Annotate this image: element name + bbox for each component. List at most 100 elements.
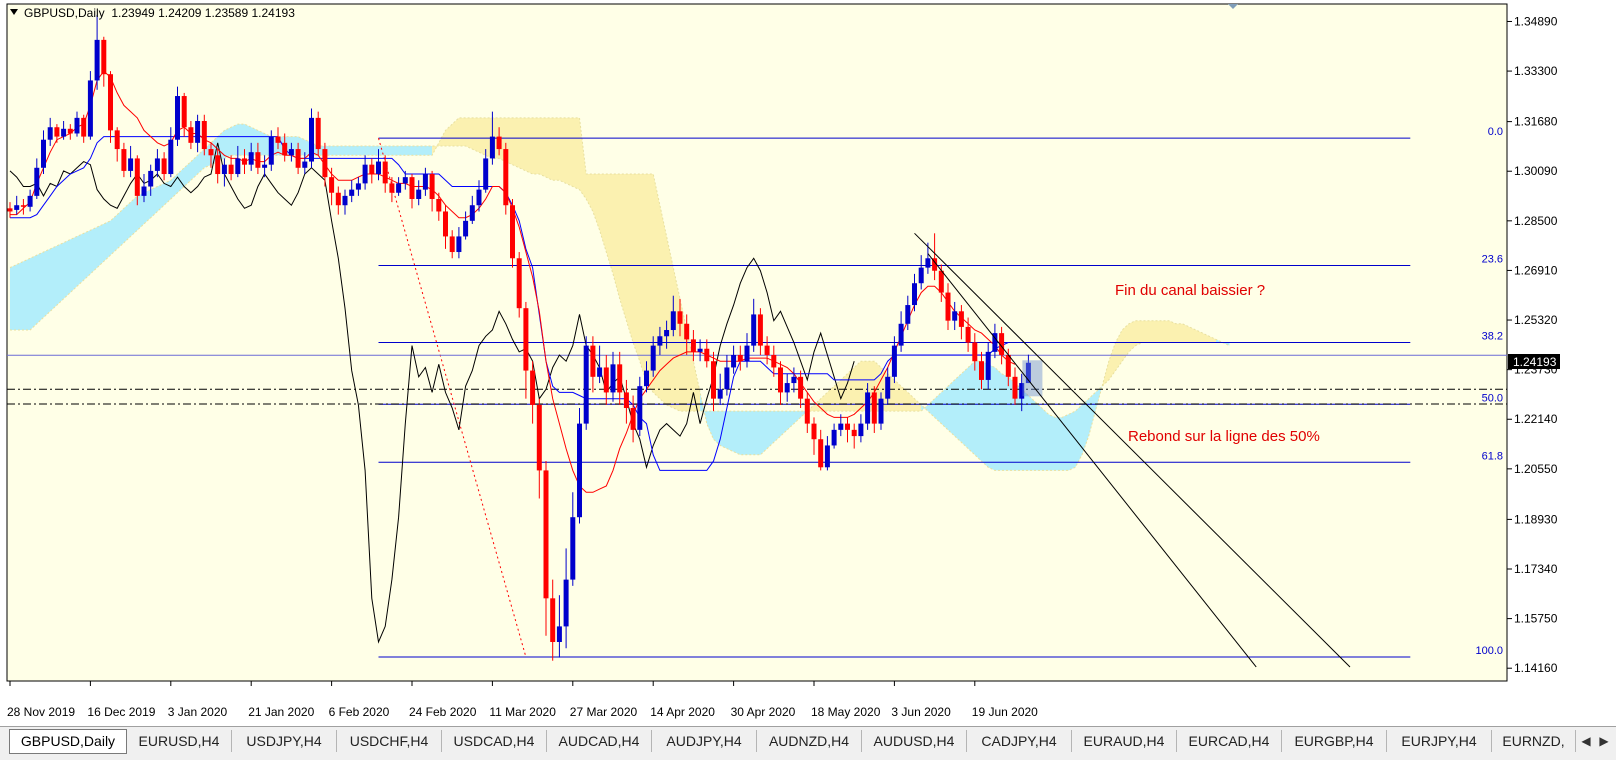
tab-scroll-right-icon[interactable]: ▶ <box>1596 732 1612 750</box>
tab-gbpusd-daily[interactable]: GBPUSD,Daily <box>9 729 127 754</box>
tab-audnzd-h4[interactable]: AUDNZD,H4 <box>757 730 862 752</box>
time-tick-label: 18 May 2020 <box>811 705 881 719</box>
candle-body <box>516 258 522 309</box>
candle-body <box>215 155 221 175</box>
candle-body <box>67 128 73 134</box>
candle-body <box>329 177 335 193</box>
candle-body <box>690 339 696 352</box>
time-tick-label: 30 Apr 2020 <box>731 705 796 719</box>
candle-body <box>664 330 670 337</box>
candle-body <box>422 174 428 190</box>
candle-body <box>94 39 100 81</box>
tab-audusd-h4[interactable]: AUDUSD,H4 <box>862 730 967 752</box>
candle-body <box>81 117 87 137</box>
candle-body <box>41 139 46 168</box>
candle-body <box>684 323 690 340</box>
candle-body <box>195 120 201 143</box>
candle-body <box>389 183 395 193</box>
price-tick-label: 1.30090 <box>1514 164 1558 178</box>
tab-cadjpy-h4[interactable]: CADJPY,H4 <box>967 730 1072 752</box>
candle-body <box>791 376 797 384</box>
candle-body <box>47 127 53 140</box>
tab-usdjpy-h4[interactable]: USDJPY,H4 <box>232 730 337 752</box>
price-tick-label: 1.26910 <box>1514 263 1558 277</box>
candle-body <box>845 423 850 430</box>
candle-body <box>282 142 288 156</box>
candle-body <box>14 205 20 210</box>
rebound-annotation: Rebond sur la ligne des 50% <box>1128 428 1320 445</box>
candle-body <box>101 39 107 75</box>
tab-usdcad-h4[interactable]: USDCAD,H4 <box>442 730 547 752</box>
candle-body <box>255 152 261 168</box>
candle-body <box>778 367 783 393</box>
candle-body <box>315 117 321 150</box>
candle-body <box>322 149 328 178</box>
candle-body <box>469 205 475 221</box>
symbol-tab-bar: GBPUSD,Daily EURUSD,H4 USDJPY,H4 USDCHF,H4 U… <box>0 726 1616 760</box>
candle-body <box>577 423 582 518</box>
candle-body <box>402 177 408 184</box>
candle-body <box>20 205 26 207</box>
candle-body <box>1012 376 1018 399</box>
price-tick-label: 1.14160 <box>1514 661 1558 675</box>
price-chart[interactable]: 0.023.638.250.061.8100.0 1.348901.333001… <box>0 0 1616 726</box>
candle-body <box>148 170 154 187</box>
candle-body <box>262 164 268 168</box>
price-tick-label: 1.18930 <box>1514 512 1558 526</box>
price-tick-label: 1.20550 <box>1514 462 1558 476</box>
candle-body <box>597 367 603 377</box>
candle-body <box>623 392 629 409</box>
candle-body <box>510 205 515 259</box>
tab-eurcad-h4[interactable]: EURCAD,H4 <box>1177 730 1282 752</box>
tab-scroll-left-icon[interactable]: ◀ <box>1578 732 1594 750</box>
candle-body <box>489 136 495 159</box>
candle-body <box>268 136 274 165</box>
candle-body <box>536 404 542 471</box>
candle-body <box>349 189 355 196</box>
tab-usdchf-h4[interactable]: USDCHF,H4 <box>337 730 442 752</box>
candle-body <box>288 149 294 156</box>
candle-body <box>824 445 830 468</box>
tab-eurusd-h4[interactable]: EURUSD,H4 <box>127 730 232 752</box>
candle-body <box>523 308 529 371</box>
candle-body <box>175 96 180 140</box>
candle-body <box>416 189 422 199</box>
candle-body <box>630 408 636 430</box>
candle-body <box>891 345 897 377</box>
candle-body <box>382 161 388 184</box>
candle-body <box>838 423 844 430</box>
candle-body <box>168 139 174 175</box>
candle-body <box>898 323 904 346</box>
candle-body <box>737 354 743 362</box>
fib-level-label: 100.0 <box>1475 645 1503 657</box>
candle-body <box>644 370 649 387</box>
time-tick-label: 21 Jan 2020 <box>248 705 314 719</box>
candle-body <box>108 74 113 131</box>
candle-body <box>912 283 917 306</box>
tab-audcad-h4[interactable]: AUDCAD,H4 <box>547 730 652 752</box>
candle-body <box>543 470 549 599</box>
price-tick-label: 1.28500 <box>1514 214 1558 228</box>
candle-body <box>818 439 824 468</box>
candle-body <box>590 345 596 377</box>
candle-body <box>121 149 127 171</box>
candle-body <box>650 345 656 371</box>
tab-audjpy-h4[interactable]: AUDJPY,H4 <box>652 730 757 752</box>
candle-body <box>496 136 502 150</box>
price-tick-label: 1.22140 <box>1514 412 1558 426</box>
candle-body <box>670 311 676 331</box>
candle-body <box>302 161 308 168</box>
candle-body <box>87 80 93 137</box>
candle-body <box>295 149 301 168</box>
time-tick-label: 6 Feb 2020 <box>329 705 390 719</box>
candle-body <box>878 398 884 424</box>
tab-euraud-h4[interactable]: EURAUD,H4 <box>1072 730 1177 752</box>
candle-body <box>188 127 194 143</box>
tab-eurnzd[interactable]: EURNZD, <box>1492 730 1576 752</box>
candle-body <box>804 398 810 424</box>
candle-body <box>128 158 134 171</box>
candle-body <box>550 598 556 643</box>
tab-eurgbp-h4[interactable]: EURGBP,H4 <box>1282 730 1387 752</box>
candle-body <box>570 517 576 580</box>
tab-eurjpy-h4[interactable]: EURJPY,H4 <box>1387 730 1492 752</box>
